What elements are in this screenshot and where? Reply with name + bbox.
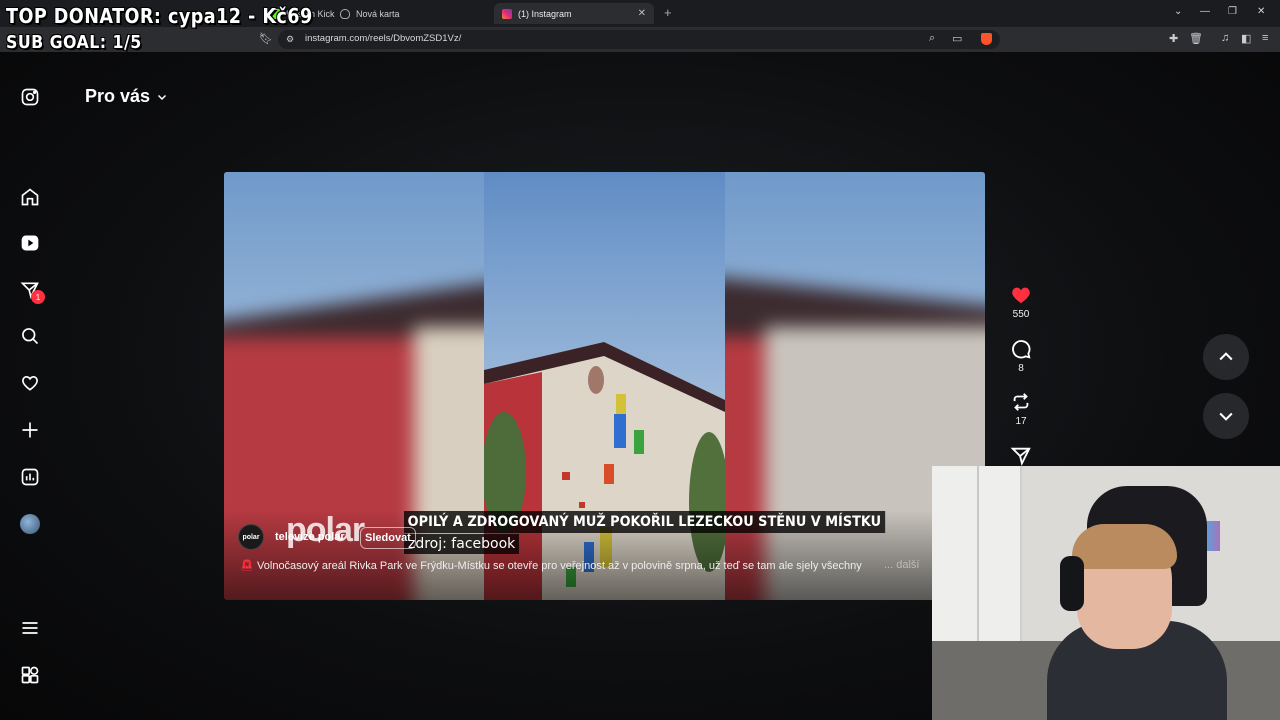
reel-source: zdroj: facebook	[404, 534, 520, 554]
sub-goal-overlay: SUB GOAL: 1/5	[6, 32, 142, 53]
close-window-button[interactable]: ✕	[1257, 6, 1265, 17]
media-icon[interactable]: ♫	[1221, 32, 1229, 44]
new-tab-button[interactable]: +	[664, 5, 672, 20]
menu-icon[interactable]: ≡	[1262, 32, 1268, 44]
heart-filled-icon	[1012, 287, 1030, 304]
more-link[interactable]: ... další	[884, 559, 919, 571]
instagram-logo-icon[interactable]	[19, 86, 41, 108]
close-tab-icon[interactable]: ✕	[638, 8, 646, 19]
chevron-up-icon	[1219, 352, 1233, 361]
tab-new[interactable]: Nová karta	[332, 3, 408, 24]
search-icon[interactable]	[19, 325, 41, 347]
share-button[interactable]	[1008, 445, 1034, 467]
minimize-button[interactable]: —	[1200, 6, 1210, 17]
comment-button[interactable]: 8	[1008, 338, 1034, 374]
follow-button[interactable]: Sledovat	[360, 527, 416, 549]
previous-reel-button[interactable]	[1203, 334, 1249, 380]
author-avatar[interactable]: polar	[238, 524, 264, 550]
share-icon	[1010, 447, 1031, 466]
url-text[interactable]: instagram.com/reels/DbvomZSD1Vz/	[305, 33, 461, 44]
webcam-feed	[932, 466, 1280, 720]
dashboard-icon[interactable]	[19, 466, 41, 488]
repost-count: 17	[1015, 416, 1027, 427]
restore-button[interactable]: ❐	[1228, 6, 1237, 17]
create-plus-icon[interactable]	[19, 419, 41, 441]
like-button[interactable]: 550	[1008, 284, 1034, 320]
instagram-favicon-icon	[502, 8, 512, 19]
notifications-heart-icon[interactable]	[19, 372, 41, 394]
like-count: 550	[1012, 309, 1030, 320]
author-name[interactable]: televize polar	[275, 531, 345, 543]
extensions-icon[interactable]: ✚	[1169, 32, 1178, 45]
profile-avatar[interactable]	[20, 514, 40, 534]
tab-instagram[interactable]: (1) Instagram ✕	[494, 3, 654, 24]
notification-badge: 1	[31, 290, 45, 304]
chevron-down-icon	[158, 94, 167, 100]
shield-icon	[340, 8, 350, 19]
chevron-down-icon	[1219, 412, 1233, 421]
trash-icon[interactable]: 🗑︎	[1189, 32, 1203, 45]
next-reel-button[interactable]	[1203, 393, 1249, 439]
reels-icon[interactable]	[19, 232, 41, 254]
also-from-meta-icon[interactable]	[19, 664, 41, 686]
bookmark-icon[interactable]: 🔖︎	[259, 32, 273, 45]
home-icon[interactable]	[19, 186, 41, 208]
feed-selector[interactable]: Pro vás	[85, 86, 168, 107]
site-settings-icon[interactable]: ⚙	[286, 34, 294, 45]
more-menu-icon[interactable]	[19, 617, 41, 639]
address-bar	[0, 27, 1280, 52]
repost-button[interactable]: 17	[1008, 391, 1034, 427]
brave-shield-icon[interactable]	[981, 33, 992, 45]
repost-icon	[1013, 393, 1029, 411]
zoom-icon[interactable]: ⌕	[929, 32, 935, 45]
siren-icon: 🚨︎	[240, 560, 254, 572]
comment-count: 8	[1018, 363, 1024, 374]
reel-headline: OPILÝ A ZDROGOVANÝ MUŽ POKOŘIL LEZECKOU …	[404, 511, 885, 533]
reel-description[interactable]: 🚨︎ Volnočasový areál Rivka Park ve Frýdk…	[240, 559, 880, 572]
cast-icon[interactable]: ▭	[952, 32, 962, 45]
top-donator-overlay: TOP DONATOR: cypa12 - Kč69	[6, 4, 313, 28]
tab-list-icon[interactable]: ⌄	[1174, 6, 1182, 17]
sidebar-toggle-icon[interactable]: ◧	[1241, 32, 1251, 45]
comment-icon	[1012, 340, 1031, 359]
